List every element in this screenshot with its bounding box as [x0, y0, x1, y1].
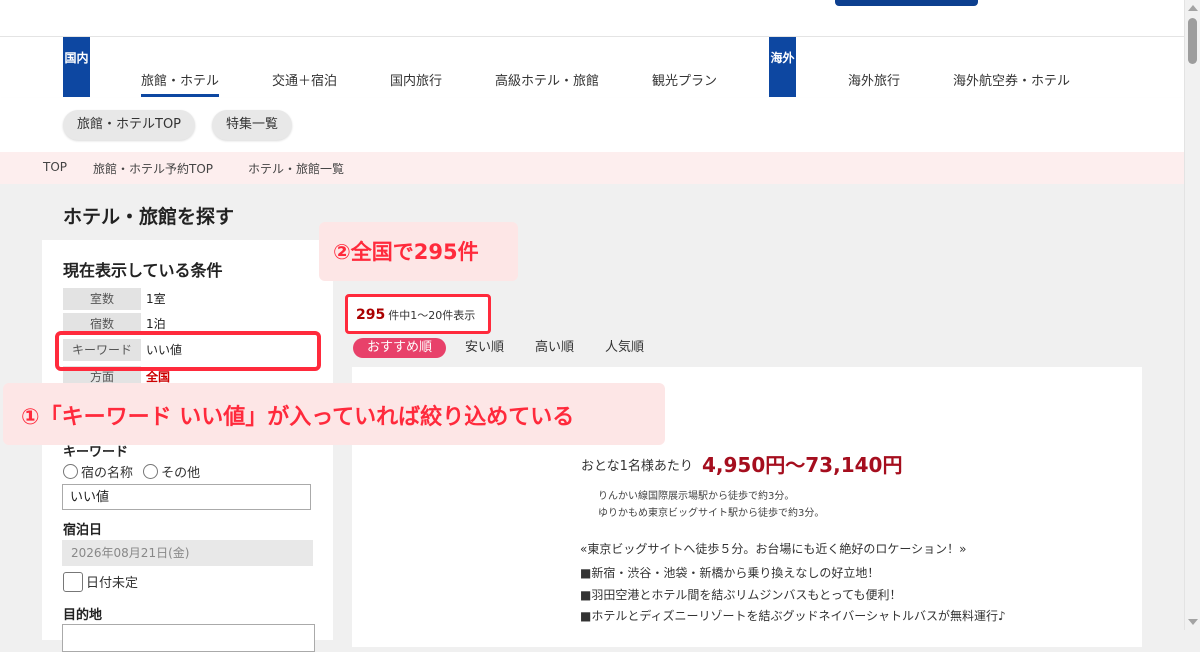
result-count: 295 件中1～20件表示 [356, 307, 475, 323]
result-count-suffix: 件中1～20件表示 [388, 309, 476, 322]
pill-features[interactable]: 特集一覧 [212, 110, 293, 140]
annotation-callout-keyword-text: ①「キーワード いい値」が入っていれば絞り込めている [21, 405, 575, 430]
description-line: ■ホテルとディズニーリゾートを結ぶグッドネイバーシャトルバスが無料運行♪ [580, 609, 1006, 623]
keyword-type-radios: 宿の名称 その他 [63, 462, 200, 481]
header-button[interactable] [835, 0, 978, 6]
access-line: ゆりかもめ東京ビッグサイト駅から徒歩で約3分。 [598, 508, 825, 519]
result-count-box: 295 件中1～20件表示 [345, 294, 491, 334]
vertical-scrollbar[interactable] [1184, 0, 1200, 630]
breadcrumb-hotel-booking[interactable]: 旅館・ホテル予約TOP [93, 160, 213, 177]
checkin-date-field[interactable]: 2026年08月21日(金) [62, 540, 313, 566]
sort-tab-expensive[interactable]: 高い順 [535, 338, 574, 358]
top-bar [0, 0, 1184, 37]
keyword-input[interactable]: いい値 [62, 484, 311, 510]
breadcrumb: TOP 旅館・ホテル予約TOP ホテル・旅館一覧 [0, 152, 1184, 184]
scroll-up-arrow-icon[interactable] [1188, 5, 1198, 11]
scroll-down-arrow-icon[interactable] [1188, 619, 1198, 625]
nav-item-luxury[interactable]: 高級ホテル・旅館 [495, 70, 599, 89]
region-overseas-badge: 海外 [769, 37, 796, 97]
sort-tab-recommended[interactable]: おすすめ順 [353, 338, 447, 358]
sort-tab-cheapest[interactable]: 安い順 [465, 338, 504, 358]
date-undecided-label: 日付未定 [86, 576, 139, 591]
annotation-highlight-keyword [55, 331, 321, 371]
nav-item-overseas-travel[interactable]: 海外旅行 [848, 70, 900, 89]
price-label: おとな1名様あたり [581, 459, 693, 474]
pill-hotels-top[interactable]: 旅館・ホテルTOP [63, 110, 196, 140]
sub-nav: 旅館・ホテルTOP 特集一覧 [0, 98, 1184, 152]
scrollbar-thumb[interactable] [1188, 18, 1197, 64]
main-nav: 国内 旅館・ホテル 交通＋宿泊 国内旅行 高級ホテル・旅館 観光プラン 海外 海… [0, 37, 1184, 99]
annotation-callout-count: ②全国で295件 [319, 222, 518, 281]
radio-hotel-name[interactable] [63, 464, 78, 479]
nav-item-hotels[interactable]: 旅館・ホテル [141, 70, 220, 97]
sort-tab-popular[interactable]: 人気順 [605, 338, 644, 358]
destination-field[interactable] [62, 624, 315, 652]
date-undecided-row: 日付未定 [63, 572, 138, 592]
condition-value: 1室 [146, 292, 166, 306]
nav-item-domestic-travel[interactable]: 国内旅行 [390, 70, 442, 89]
checkin-date-label: 宿泊日 [63, 523, 103, 538]
annotation-callout-count-text: ②全国で295件 [333, 240, 479, 264]
conditions-title: 現在表示している条件 [63, 261, 223, 280]
access-line: りんかい線国際展示場駅から徒歩で約3分。 [598, 491, 795, 502]
breadcrumb-top[interactable]: TOP [43, 160, 67, 174]
condition-row-rooms: 室数 1室 [63, 288, 313, 310]
description-line: «東京ビッグサイトへ徒歩５分。お台場にも近く絶好のロケーション！» [580, 542, 967, 556]
nav-item-overseas-air-hotel[interactable]: 海外航空券・ホテル [953, 70, 1070, 89]
radio-other[interactable] [143, 464, 159, 479]
page-title: ホテル・旅館を探す [63, 206, 235, 228]
breadcrumb-hotel-list: ホテル・旅館一覧 [248, 162, 345, 176]
description-line: ■新宿・渋谷・池袋・新橋から乗り換えなしの好立地！ [580, 566, 880, 580]
condition-label: 室数 [63, 288, 141, 310]
nav-item-sightseeing[interactable]: 観光プラン [652, 70, 717, 89]
nav-item-transport-stay[interactable]: 交通＋宿泊 [272, 70, 337, 89]
radio-other-label: その他 [161, 466, 201, 481]
destination-label: 目的地 [63, 608, 103, 623]
description-line: ■羽田空港とホテル間を結ぶリムジンバスもとっても便利！ [580, 588, 902, 602]
result-count-number: 295 [356, 307, 386, 323]
region-domestic-badge: 国内 [63, 37, 90, 97]
price-range: 4,950円～73,140円 [702, 453, 903, 477]
annotation-callout-keyword: ①「キーワード いい値」が入っていれば絞り込めている [3, 383, 665, 445]
date-undecided-checkbox[interactable] [63, 572, 83, 592]
radio-hotel-name-label: 宿の名称 [81, 466, 134, 481]
